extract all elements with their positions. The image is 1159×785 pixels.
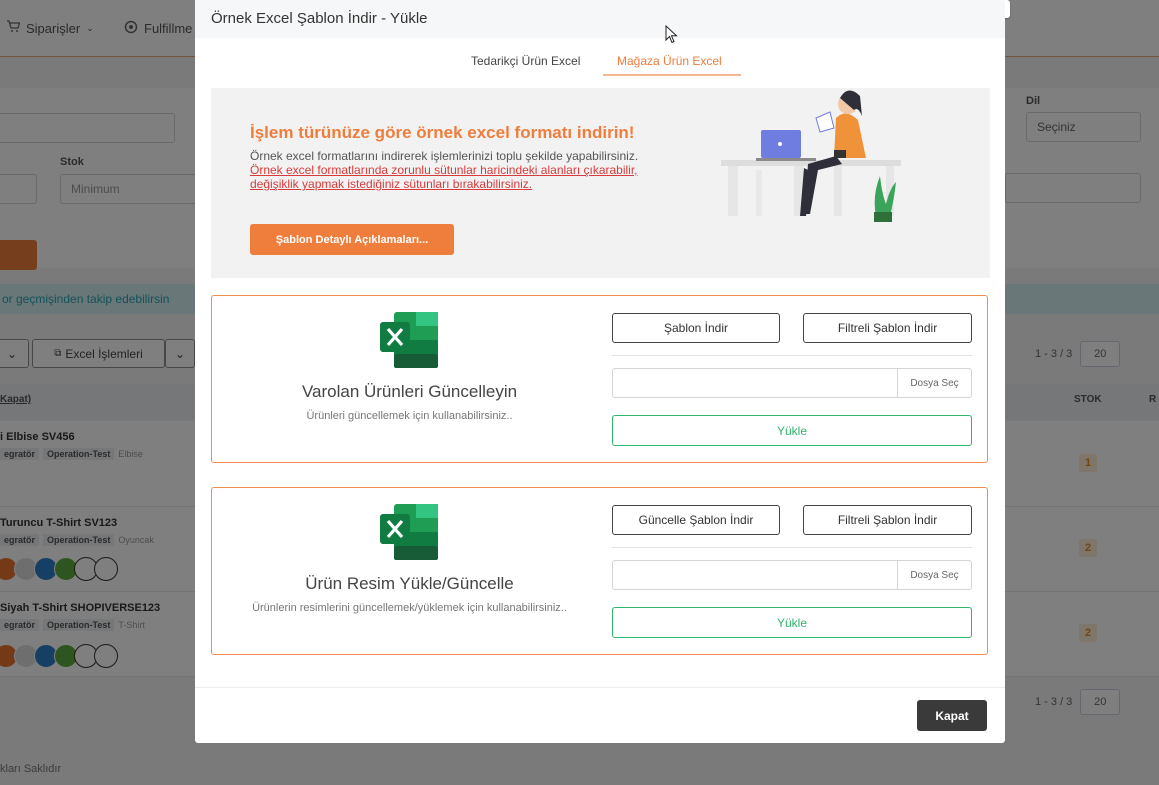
close-button[interactable]: Kapat: [917, 700, 987, 731]
tab-supplier-excel[interactable]: Tedarikçi Ürün Excel: [471, 54, 580, 68]
card-subtitle: Ürünlerin resimlerini güncellemek/yüklem…: [252, 602, 567, 614]
modal-header: Örnek Excel Şablon İndir - Yükle: [195, 0, 1005, 38]
file-input[interactable]: Dosya Seç: [612, 560, 972, 590]
upload-button[interactable]: Yükle: [612, 415, 972, 446]
hero-text: Örnek excel formatlarını indirerek işlem…: [250, 149, 640, 191]
info-hero: İşlem türünüze göre örnek excel formatı …: [211, 88, 990, 278]
card-product-images: Ürün Resim Yükle/Güncelle Ürünlerin resi…: [211, 487, 988, 655]
modal-footer-divider: [195, 687, 1005, 688]
download-filtered-template-button[interactable]: Filtreli Şablon İndir: [803, 313, 972, 343]
active-tab-indicator: [603, 74, 741, 76]
hero-title: İşlem türünüze göre örnek excel formatı …: [250, 123, 635, 142]
template-details-button[interactable]: Şablon Detaylı Açıklamaları...: [250, 224, 454, 255]
excel-icon: [380, 504, 438, 560]
choose-file-button[interactable]: Dosya Seç: [897, 369, 971, 397]
upload-button[interactable]: Yükle: [612, 607, 972, 638]
hero-description: Örnek excel formatlarını indirerek işlem…: [250, 149, 639, 163]
excel-template-modal: Örnek Excel Şablon İndir - Yükle Tedarik…: [195, 0, 1005, 743]
divider: [612, 547, 972, 548]
tab-store-excel[interactable]: Mağaza Ürün Excel: [617, 54, 722, 68]
modal-title: Örnek Excel Şablon İndir - Yükle: [211, 10, 428, 27]
download-filtered-template-button[interactable]: Filtreli Şablon İndir: [803, 505, 972, 535]
excel-icon: [380, 312, 438, 368]
divider: [612, 355, 972, 356]
file-input[interactable]: Dosya Seç: [612, 368, 972, 398]
download-update-template-button[interactable]: Güncelle Şablon İndir: [612, 505, 780, 535]
modal-tabs: Tedarikçi Ürün Excel Mağaza Ürün Excel: [195, 38, 1005, 78]
card-title: Ürün Resim Yükle/Güncelle: [305, 574, 514, 593]
cursor-icon: [665, 25, 678, 44]
hero-link[interactable]: Örnek excel formatlarında zorunlu sütunl…: [250, 163, 638, 191]
card-subtitle: Ürünleri güncellemek için kullanabilirsi…: [306, 410, 513, 422]
download-template-button[interactable]: Şablon İndir: [612, 313, 780, 343]
choose-file-button[interactable]: Dosya Seç: [897, 561, 971, 589]
card-update-products: Varolan Ürünleri Güncelleyin Ürünleri gü…: [211, 295, 988, 463]
office-illustration: [721, 90, 901, 222]
card-title: Varolan Ürünleri Güncelleyin: [301, 382, 518, 401]
